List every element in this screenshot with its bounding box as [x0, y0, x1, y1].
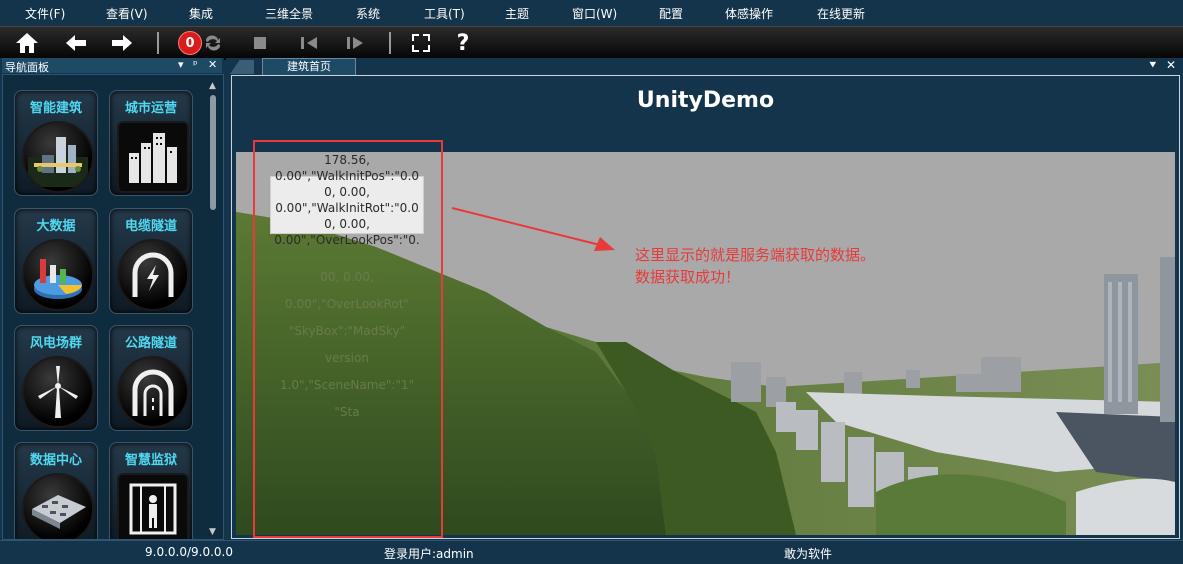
tile-road-tunnel[interactable]: 公路隧道 — [109, 325, 193, 431]
tab-strip: 建筑首页 ⯆ ✕ — [226, 58, 1183, 75]
menu-motion[interactable]: 体感操作 — [725, 5, 773, 22]
step-forward-icon — [347, 37, 363, 49]
forward-button[interactable] — [108, 30, 136, 56]
logged-in-user: 登录用户:admin — [384, 547, 474, 561]
version-label: 9.0.0.0/9.0.0.0 — [145, 545, 234, 559]
scroll-thumb[interactable] — [210, 95, 216, 210]
notification-button[interactable]: 0 — [178, 30, 202, 56]
back-button[interactable] — [62, 30, 90, 56]
smart-building-icon — [22, 121, 94, 193]
company-name: 敢为软件 — [784, 547, 833, 561]
toolbar-separator — [157, 32, 159, 54]
annotation-arrow-icon — [451, 207, 615, 251]
menu-tools[interactable]: 工具(T) — [424, 5, 465, 22]
refresh-icon — [205, 35, 221, 51]
annotation-text: 这里显示的就是服务端获取的数据。 数据获取成功！ — [635, 244, 875, 288]
fullscreen-button[interactable] — [408, 30, 434, 56]
tile-label: 公路隧道 — [124, 336, 177, 351]
tile-label: 智能建筑 — [29, 101, 82, 116]
tile-label: 电缆隧道 — [124, 219, 177, 234]
big-data-chart-icon — [22, 239, 94, 311]
tile-city-operation[interactable]: 城市运营 — [109, 90, 193, 196]
status-bar: 9.0.0.0/9.0.0.0 登录用户:admin 敢为软件 — [0, 540, 1183, 564]
scroll-up-icon[interactable]: ▲ — [209, 81, 216, 91]
road-tunnel-icon — [117, 356, 189, 428]
page-title: UnityDemo — [636, 88, 775, 113]
arrow-right-icon — [112, 35, 132, 51]
menu-file[interactable]: 文件(F) — [25, 5, 65, 22]
tile-label: 智慧监狱 — [124, 453, 177, 468]
fullscreen-icon — [412, 34, 430, 52]
tile-smart-prison[interactable]: 智慧监狱 — [109, 442, 193, 539]
tile-label: 数据中心 — [29, 453, 82, 468]
tile-cable-tunnel[interactable]: 电缆隧道 — [109, 208, 193, 314]
tile-big-data[interactable]: 大数据 — [14, 208, 98, 314]
menu-theme[interactable]: 主题 — [505, 5, 529, 22]
menu-bar: 文件(F) 查看(V) 集成 三维全景 系统 工具(T) 主题 窗口(W) 配置… — [0, 0, 1183, 26]
step-back-icon — [301, 37, 317, 49]
menu-system[interactable]: 系统 — [356, 5, 380, 22]
city-operation-icon — [117, 121, 189, 193]
nav-panel-body: 智能建筑 城市运营 大数据 电缆隧道 风电场群 公路隧道 数据中心 智慧监狱 ▲… — [2, 74, 224, 540]
menu-config[interactable]: 配置 — [659, 5, 683, 22]
menu-update[interactable]: 在线更新 — [817, 5, 865, 22]
tile-data-center[interactable]: 数据中心 — [14, 442, 98, 539]
smart-prison-icon — [117, 473, 189, 539]
menu-integration[interactable]: 集成 — [189, 5, 213, 22]
toolbar-separator — [389, 32, 391, 54]
annotation-line: 这里显示的就是服务端获取的数据。 — [635, 246, 876, 264]
nav-panel-title: 导航面板 — [5, 61, 49, 74]
step-back-button[interactable] — [297, 30, 321, 56]
tab-notch — [230, 60, 254, 74]
wind-turbine-icon — [22, 356, 94, 428]
toolbar: 0 ? — [0, 26, 1183, 60]
nav-panel-close-icon[interactable]: ✕ — [208, 58, 217, 71]
data-center-icon — [22, 473, 94, 539]
nav-panel-scrollbar[interactable]: ▲ ▼ — [207, 81, 219, 539]
home-button[interactable] — [12, 30, 42, 56]
tile-label: 城市运营 — [124, 101, 177, 116]
navigation-panel: 导航面板 ▾ ᵖ ✕ 智能建筑 城市运营 大数据 电缆隧道 风电场群 公路隧道 … — [0, 58, 224, 540]
house-icon — [16, 33, 38, 53]
menu-view[interactable]: 查看(V) — [106, 5, 148, 22]
nav-panel-header: 导航面板 ▾ ᵖ ✕ — [2, 58, 222, 74]
tab-close-icon[interactable]: ✕ — [1166, 58, 1176, 72]
highlight-box — [253, 140, 443, 538]
tile-label: 大数据 — [36, 219, 76, 234]
tile-smart-building[interactable]: 智能建筑 — [14, 90, 98, 196]
cable-tunnel-icon — [117, 239, 189, 311]
tile-label: 风电场群 — [29, 336, 82, 351]
menu-panorama[interactable]: 三维全景 — [265, 5, 313, 22]
nav-panel-dropdown-icon[interactable]: ▾ — [178, 58, 184, 71]
help-button[interactable]: ? — [450, 30, 476, 56]
scroll-down-icon[interactable]: ▼ — [209, 527, 216, 537]
menu-window[interactable]: 窗口(W) — [572, 5, 617, 22]
notification-badge: 0 — [178, 31, 202, 55]
step-forward-button[interactable] — [343, 30, 367, 56]
tab-dropdown-icon[interactable]: ⯆ — [1148, 58, 1158, 73]
nav-panel-pin-icon[interactable]: ᵖ — [193, 58, 198, 71]
stop-icon — [254, 37, 266, 49]
refresh-button[interactable] — [202, 30, 224, 56]
annotation-line: 数据获取成功！ — [635, 268, 741, 286]
tab-building-home[interactable]: 建筑首页 — [262, 58, 356, 75]
stop-button[interactable] — [250, 30, 270, 56]
arrow-left-icon — [66, 35, 86, 51]
tile-wind-farm[interactable]: 风电场群 — [14, 325, 98, 431]
